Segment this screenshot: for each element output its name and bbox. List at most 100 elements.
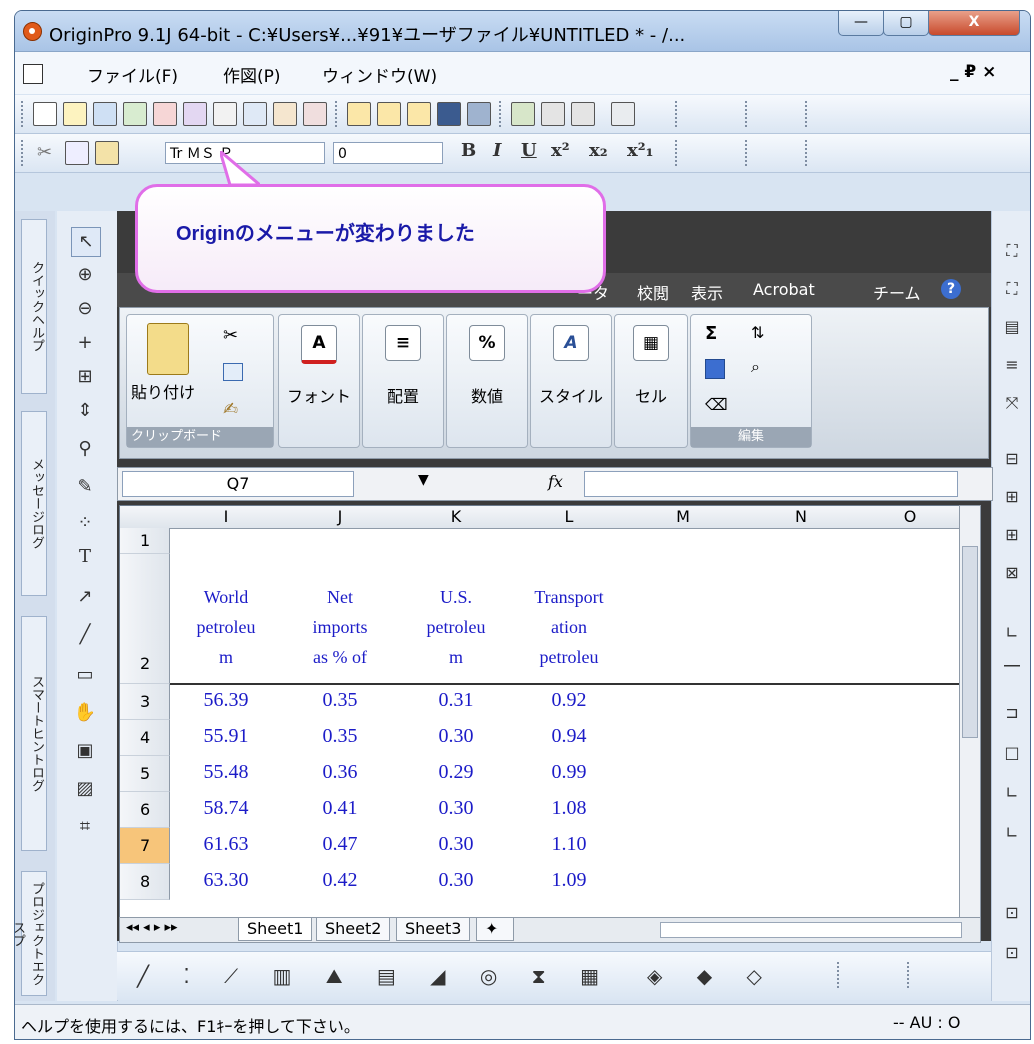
font-size-select[interactable]: 0 [333, 142, 443, 164]
ribbon-tab-review[interactable]: 校閲 [637, 280, 669, 304]
row-header-1[interactable]: 1 [120, 528, 170, 554]
toolbar-grip[interactable] [21, 101, 26, 127]
paste-button[interactable]: 貼り付け [131, 379, 195, 403]
table-cell[interactable]: 0.47 [282, 833, 398, 856]
bold-button[interactable]: B [461, 140, 476, 161]
axis-box-icon[interactable]: □ [1000, 741, 1024, 765]
draw-data-icon[interactable]: ✎ [71, 473, 99, 501]
import-multiple-icon[interactable] [541, 102, 565, 126]
select-all-corner[interactable] [120, 506, 171, 529]
toolbar-grip[interactable] [805, 140, 810, 166]
toolbar-grip[interactable] [745, 140, 750, 166]
table-cell[interactable]: 58.74 [170, 797, 282, 820]
row-header-5[interactable]: 5 [120, 756, 170, 792]
column-header-o[interactable]: O [860, 506, 960, 529]
formula-input[interactable] [584, 471, 958, 497]
new-workbook-icon[interactable] [93, 102, 117, 126]
italic-button[interactable]: I [493, 140, 501, 161]
column-header-n[interactable]: N [742, 506, 861, 529]
table-cell[interactable]: 0.30 [398, 725, 514, 748]
ribbon-group-style[interactable]: A スタイル [530, 314, 612, 448]
column-header-j[interactable]: J [282, 506, 399, 529]
mdi-controls[interactable]: _ ₽ × [950, 62, 996, 82]
minimize-button[interactable]: — [838, 11, 884, 36]
open-excel-icon[interactable] [407, 102, 431, 126]
add-text-icon[interactable]: ▣ [71, 737, 99, 765]
table-cell[interactable]: 56.39 [170, 689, 282, 712]
tab-project-explorer[interactable]: プロジェクトエクスプ [15, 871, 47, 996]
toolbar-grip[interactable] [21, 140, 26, 166]
table-cell[interactable]: 55.91 [170, 725, 282, 748]
name-box[interactable]: Q7 [122, 471, 354, 497]
toolbar-grip[interactable] [675, 101, 680, 127]
sheet-nav-icon[interactable]: ◂◂ ◂ ▸ ▸▸ [126, 920, 178, 935]
new-project-icon[interactable] [33, 102, 57, 126]
close-button[interactable]: X [928, 11, 1020, 36]
add-graph-icon[interactable]: ▨ [71, 775, 99, 803]
toolbar-grip[interactable] [907, 962, 912, 988]
arrange-icon[interactable]: ⊟ [1000, 447, 1024, 471]
row-header-4[interactable]: 4 [120, 720, 170, 756]
help-icon[interactable]: ? [941, 279, 961, 299]
superscript-button[interactable]: x² [551, 140, 570, 161]
axis-b-icon[interactable]: ∟ [1000, 781, 1024, 805]
table-cell[interactable]: 1.09 [514, 869, 624, 892]
insert-sheet-icon[interactable]: ✦ [476, 918, 514, 941]
ribbon-group-number[interactable]: % 数値 [446, 314, 528, 448]
new-notes-icon[interactable] [273, 102, 297, 126]
new-graph-icon[interactable] [153, 102, 177, 126]
save-icon[interactable] [437, 102, 461, 126]
new-excel-icon[interactable] [123, 102, 147, 126]
menu-file[interactable]: ファイル(F) [87, 62, 178, 87]
zoom-out-icon[interactable]: ⊖ [71, 295, 99, 323]
copy-page-icon[interactable] [611, 102, 635, 126]
toolbar-grip[interactable] [805, 101, 810, 127]
table-cell[interactable]: 0.35 [282, 689, 398, 712]
scale-in-icon[interactable]: ⚲ [71, 435, 99, 463]
save-template-icon[interactable] [467, 102, 491, 126]
new-matrix-icon[interactable] [183, 102, 207, 126]
table-cell[interactable]: 61.63 [170, 833, 282, 856]
ribbon-group-cell[interactable]: ▦ セル [614, 314, 688, 448]
data-reader-icon[interactable]: ⊞ [71, 363, 99, 391]
header-cell-j[interactable]: Net imports as % of [282, 582, 398, 672]
color-scale-icon[interactable]: ≡ [1000, 353, 1024, 377]
legend-icon[interactable]: ▤ [1000, 315, 1024, 339]
table-cell[interactable]: 0.35 [282, 725, 398, 748]
column-header-l[interactable]: L [514, 506, 625, 529]
line-tool-icon[interactable]: ╱ [71, 621, 99, 649]
open-icon[interactable] [347, 102, 371, 126]
table-cell[interactable]: 0.99 [514, 761, 624, 784]
table-cell[interactable]: 0.42 [282, 869, 398, 892]
menu-plot[interactable]: 作図(P) [223, 62, 281, 87]
new-function-icon[interactable] [213, 102, 237, 126]
header-cell-i[interactable]: World petroleu m [170, 582, 282, 672]
paste-icon[interactable] [147, 323, 189, 375]
toolbar-grip[interactable] [745, 101, 750, 127]
toolbar-grip[interactable] [837, 962, 842, 988]
axis-bb-icon[interactable]: ∟ [1000, 821, 1024, 845]
underline-button[interactable]: U [521, 140, 537, 161]
plot-type-icons[interactable]: ╱ ⁚ ⟋ ▥ ⛰ ▤ ◢ ◎ ⧗ ▦ [137, 964, 613, 988]
layout-2-icon[interactable]: ⊞ [1000, 485, 1024, 509]
data-selector-icon[interactable]: ⇕ [71, 397, 99, 425]
document-icon[interactable] [23, 64, 43, 84]
cut-icon[interactable]: ✂ [223, 325, 238, 346]
menu-window[interactable]: ウィンドウ(W) [322, 62, 437, 87]
row-header-7[interactable]: 7 [120, 828, 170, 864]
sort-filter-icon[interactable]: ⇅ [751, 323, 764, 342]
header-cell-k[interactable]: U.S. petroleu m [398, 582, 514, 672]
header-cell-l[interactable]: Transport ation petroleu [514, 582, 624, 672]
name-box-dropdown-icon[interactable]: ▼ [418, 472, 429, 488]
merge-icon[interactable]: ⊠ [1000, 561, 1024, 585]
hand-tool-icon[interactable]: ✋ [71, 699, 99, 727]
ribbon-tab-view[interactable]: 表示 [691, 280, 723, 304]
supsub-button[interactable]: x²₁ [627, 140, 654, 161]
format-painter-icon[interactable]: ✍ [223, 399, 238, 420]
new-folder-icon[interactable] [63, 102, 87, 126]
arrow-tool-icon[interactable]: ↗ [71, 583, 99, 611]
3d-plot-icons[interactable]: ◈ ◆ ◇ [647, 964, 776, 988]
fill-icon[interactable] [705, 359, 725, 379]
text-tool-icon[interactable]: T [71, 543, 99, 571]
pointer-icon[interactable]: ↖ [71, 227, 101, 257]
